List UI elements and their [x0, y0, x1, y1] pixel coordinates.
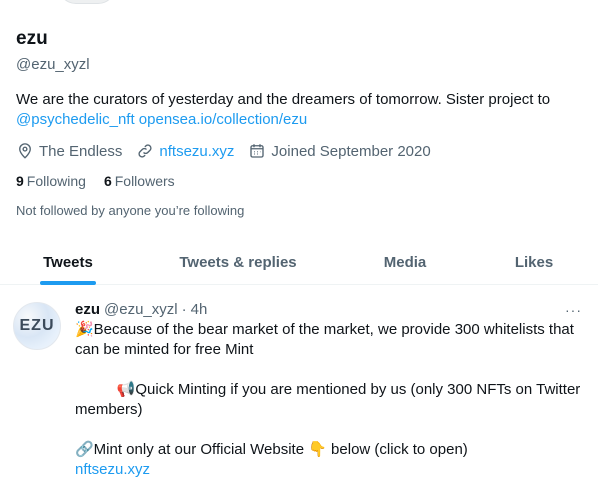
tweet-body: ezu @ezu_xyzl · 4h 🎉Because of the bear … — [75, 300, 583, 480]
bio-mention-link[interactable]: @psychedelic_nft — [16, 111, 135, 128]
tab-label: Media — [383, 254, 427, 271]
tweet-line-2: 📢Quick Minting if you are mentioned by u… — [75, 381, 585, 418]
active-tab-indicator — [40, 281, 96, 285]
followers-label: Followers — [114, 173, 175, 189]
website-item: nftsezu.xyz — [136, 142, 234, 160]
display-name: ezu — [16, 28, 48, 49]
tweet-line-3: 🔗Mint only at our Official Website 👇 bel… — [75, 441, 468, 458]
link-icon — [138, 144, 152, 158]
tweet-line-1: 🎉Because of the bear market of the marke… — [75, 321, 579, 358]
tweet-text: 🎉Because of the bear market of the marke… — [75, 320, 583, 480]
tweet-website-link[interactable]: nftsezu.xyz — [75, 461, 150, 478]
followers-link[interactable]: 6 Followers — [104, 173, 175, 189]
tweet-avatar[interactable]: EZU — [13, 302, 61, 350]
tab-label: Tweets & replies — [179, 254, 297, 271]
tweet-time[interactable]: 4h — [191, 300, 208, 320]
following-count: 9 — [16, 173, 24, 189]
separator-dot: · — [181, 301, 187, 318]
follow-counts: 9 Following 6 Followers — [16, 173, 588, 189]
profile-meta: The Endless nftsezu.xyz Joined September… — [16, 142, 588, 160]
profile-bio: We are the curators of yesterday and the… — [16, 90, 586, 130]
location-item: The Endless — [16, 142, 122, 160]
joined-item: Joined September 2020 — [248, 142, 431, 160]
bio-website-link[interactable]: opensea.io/collection/ezu — [139, 111, 307, 128]
following-link[interactable]: 9 Following — [16, 173, 86, 189]
followed-by-note: Not followed by anyone you’re following — [16, 203, 245, 218]
followers-count: 6 — [103, 173, 112, 189]
tab-tweets-and-replies[interactable]: Tweets & replies — [136, 240, 340, 285]
profile-avatar[interactable] — [58, 0, 116, 4]
website-link[interactable]: nftsezu.xyz — [159, 143, 234, 160]
location-pin-icon — [19, 143, 31, 159]
joined-text: Joined September 2020 — [271, 142, 431, 160]
location-text: The Endless — [39, 142, 123, 160]
tweet-header: ezu @ezu_xyzl · 4h — [75, 300, 583, 320]
bio-text: We are the curators of yesterday and the… — [16, 91, 551, 108]
tweet-author-handle[interactable]: @ezu_xyzl — [104, 300, 178, 320]
tab-likes[interactable]: Likes — [470, 240, 598, 285]
profile-tabs: Tweets Tweets & replies Media Likes — [0, 240, 598, 285]
tab-tweets[interactable]: Tweets — [0, 240, 136, 285]
tab-label: Tweets — [43, 254, 93, 271]
calendar-icon — [250, 144, 265, 158]
tab-media[interactable]: Media — [340, 240, 470, 285]
tweet-author-name[interactable]: ezu — [75, 300, 100, 320]
following-label: Following — [26, 173, 86, 189]
profile-header: ezu @ezu_xyzl We are the curators of yes… — [16, 28, 588, 218]
profile-handle: @ezu_xyzl — [16, 56, 90, 73]
tab-label: Likes — [514, 254, 554, 271]
tweet[interactable]: EZU ··· ezu @ezu_xyzl · 4h 🎉Because of t… — [0, 286, 598, 500]
